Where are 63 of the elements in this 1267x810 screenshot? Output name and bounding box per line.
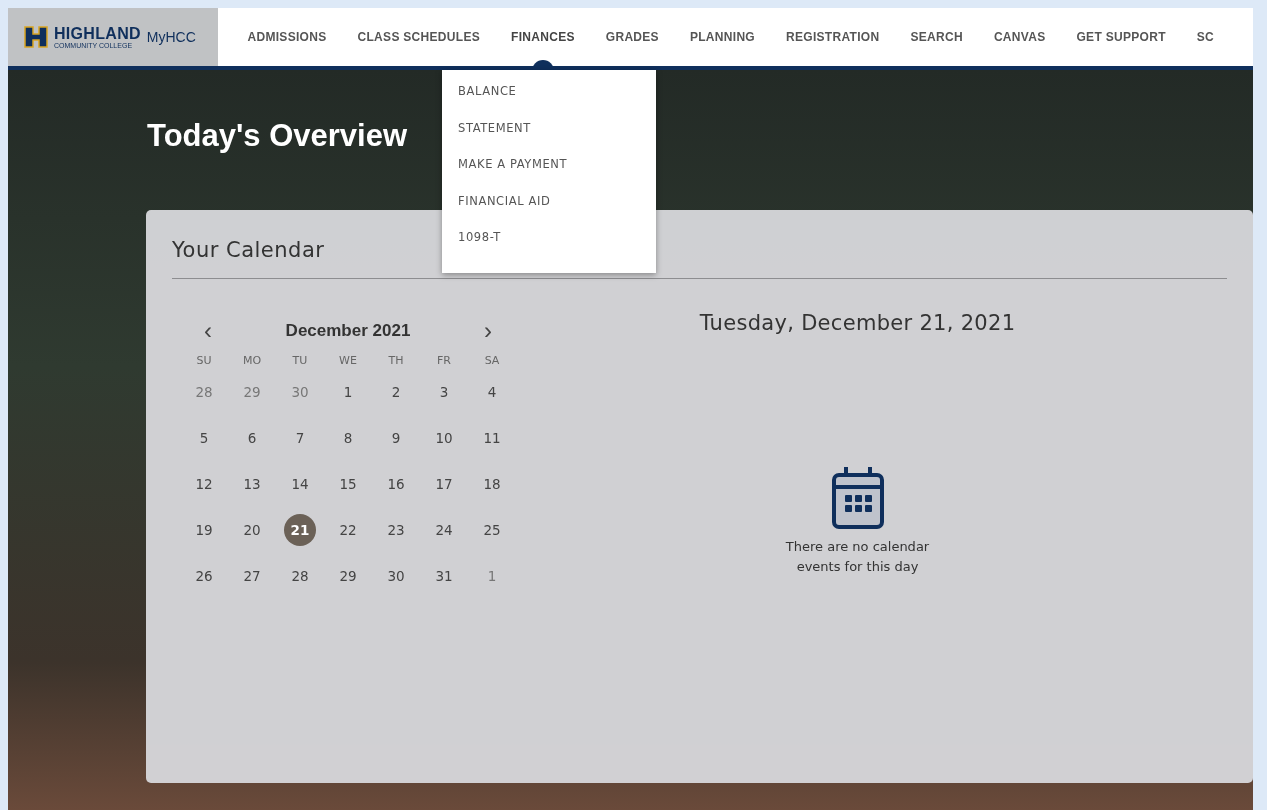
next-month-button[interactable]: › [478, 319, 498, 343]
calendar-day[interactable]: 24 [428, 514, 460, 546]
calendar-day[interactable]: 30 [380, 560, 412, 592]
weekday-label: SA [483, 353, 501, 369]
page-title: Today's Overview [147, 118, 408, 155]
month-label: December 2021 [285, 321, 411, 341]
calendar-day[interactable]: 20 [236, 514, 268, 546]
nav-link[interactable]: CLASS SCHEDULES [342, 30, 496, 44]
nav-link[interactable]: REGISTRATION [770, 30, 895, 44]
weekday-label: SU [195, 353, 213, 369]
nav-link[interactable]: ADMISSIONS [232, 30, 342, 44]
letter-h-icon [24, 25, 48, 49]
nav-link[interactable]: CANVAS [978, 30, 1061, 44]
menu-item[interactable]: STATEMENT [442, 120, 656, 157]
calendar-day[interactable]: 11 [476, 422, 508, 454]
calendar-day[interactable]: 26 [188, 560, 220, 592]
calendar-day[interactable]: 21 [284, 514, 316, 546]
calendar-icon [829, 465, 886, 531]
app-name: MyHCC [146, 29, 196, 45]
menu-item[interactable]: MAKE A PAYMENT [442, 157, 656, 194]
calendar-day[interactable]: 8 [332, 422, 364, 454]
empty-message: There are no calendar events for this day [784, 538, 931, 576]
calendar-day[interactable]: 7 [284, 422, 316, 454]
nav-link[interactable]: SEARCH [894, 30, 979, 44]
calendar-day[interactable]: 28 [284, 560, 316, 592]
calendar-day[interactable]: 22 [332, 514, 364, 546]
calendar-day[interactable]: 3 [428, 376, 460, 408]
calendar-day[interactable]: 1 [332, 376, 364, 408]
weekday-label: TU [291, 353, 309, 369]
menu-item[interactable]: FINANCIAL AID [442, 193, 656, 230]
selected-date: Tuesday, December 21, 2021 [699, 311, 1016, 335]
calendar-day[interactable]: 12 [188, 468, 220, 500]
calendar-day[interactable]: 2 [380, 376, 412, 408]
weekday-label: TH [387, 353, 405, 369]
calendar-day[interactable]: 19 [188, 514, 220, 546]
weekday-label: WE [338, 353, 358, 369]
calendar-day[interactable]: 18 [476, 468, 508, 500]
calendar-day[interactable]: 9 [380, 422, 412, 454]
nav-link[interactable]: SC [1181, 30, 1230, 44]
nav-link[interactable]: GRADES [590, 30, 675, 44]
previous-month-button[interactable]: ‹ [198, 319, 218, 343]
calendar-day[interactable]: 14 [284, 468, 316, 500]
calendar-day[interactable]: 31 [428, 560, 460, 592]
calendar-day[interactable]: 5 [188, 422, 220, 454]
card-title: Your Calendar [172, 238, 325, 262]
menu-item[interactable]: 1098-T [442, 230, 656, 267]
calendar-day[interactable]: 15 [332, 468, 364, 500]
calendar-day[interactable]: 4 [476, 376, 508, 408]
nav-link[interactable]: GET SUPPORT [1060, 30, 1182, 44]
calendar-day[interactable]: 13 [236, 468, 268, 500]
calendar-day[interactable]: 29 [332, 560, 364, 592]
calendar-day[interactable]: 27 [236, 560, 268, 592]
calendar-day[interactable]: 17 [428, 468, 460, 500]
logo-name: HIGHLAND [54, 25, 141, 42]
nav-link[interactable]: PLANNING [674, 30, 771, 44]
calendar-day[interactable]: 16 [380, 468, 412, 500]
calendar-day[interactable]: 10 [428, 422, 460, 454]
menu-item[interactable]: BALANCE [442, 84, 656, 121]
weekday-label: FR [436, 353, 452, 369]
calendar-day[interactable]: 25 [476, 514, 508, 546]
calendar-day[interactable]: 23 [380, 514, 412, 546]
calendar-day[interactable]: 6 [236, 422, 268, 454]
weekday-label: MO [241, 353, 263, 369]
